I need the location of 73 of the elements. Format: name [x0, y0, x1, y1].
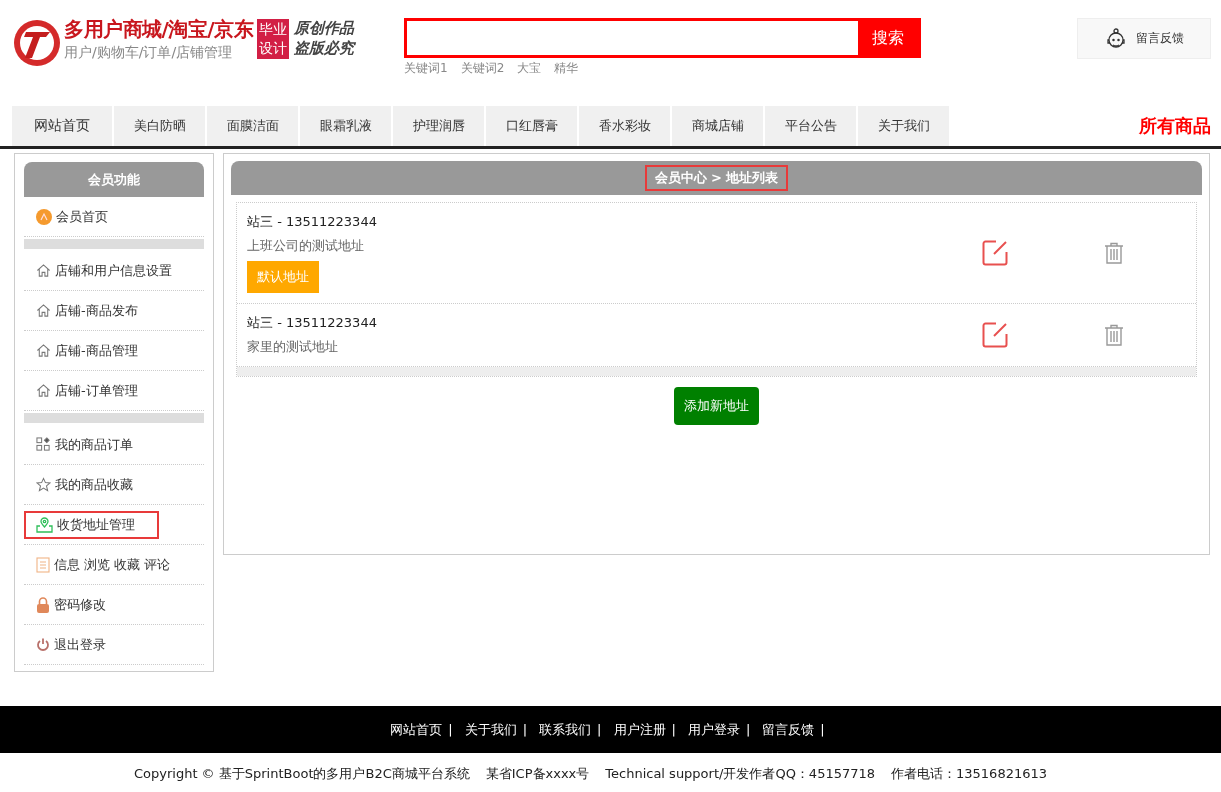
all-goods-link[interactable]: 所有商品 [1139, 114, 1211, 138]
search-button[interactable]: 搜索 [858, 21, 919, 55]
lock-icon [36, 596, 50, 613]
document-icon [36, 556, 50, 573]
contact-text: 站三 - 13511223344 [247, 314, 378, 332]
separator-text: | [745, 722, 751, 737]
nav-tab[interactable]: 网站首页 [12, 106, 112, 146]
logo-icon [12, 18, 62, 68]
nav-tab[interactable]: 平台公告 [765, 106, 856, 146]
grid-icon [36, 437, 51, 452]
star-icon [36, 477, 51, 492]
address-text: 上班公司的测试地址 [247, 237, 365, 255]
feedback-button[interactable]: 留言反馈 [1077, 18, 1211, 59]
keyword-link[interactable]: 关键词2 [460, 60, 505, 77]
graduation-badge: 毕业 设计 [257, 19, 290, 59]
logo-title: 多用户商城/淘宝/京东 [64, 16, 254, 42]
logo-subtitle: 用户/购物车/订单/店铺管理 [64, 43, 234, 62]
sidebar-title: 会员功能 [24, 162, 204, 197]
sidebar-item[interactable]: 会员首页 [24, 202, 118, 231]
edit-icon[interactable] [982, 240, 1008, 266]
location-pin-icon [36, 516, 53, 533]
delete-icon[interactable] [1104, 242, 1124, 264]
copyright-text: Copyright © 基于SprintBoot的多用户B2C商城平台系统 [133, 765, 470, 783]
default-address-badge: 默认地址 [247, 261, 319, 293]
nav-tab[interactable]: 商城店铺 [672, 106, 763, 146]
support-agent-icon [1104, 26, 1128, 51]
sidebar-item[interactable]: 店铺和用户信息设置 [24, 256, 182, 285]
house-icon [36, 303, 51, 318]
user-badge-icon [36, 208, 52, 225]
sidebar-item[interactable]: 店铺-商品发布 [24, 296, 148, 325]
footer-link[interactable]: 关于我们 [464, 720, 517, 739]
support-text: Technical support/开发作者QQ：45157718 [605, 765, 876, 783]
nav-tab[interactable]: 关于我们 [858, 106, 949, 146]
contact-text: 站三 - 13511223344 [247, 213, 378, 231]
house-icon [36, 263, 51, 278]
footer-link[interactable]: 留言反馈 [762, 720, 815, 739]
nav-tab[interactable]: 香水彩妆 [579, 106, 670, 146]
add-address-button[interactable]: 添加新地址 [674, 387, 759, 425]
sidebar-item[interactable]: 信息 浏览 收藏 评论 [24, 550, 181, 579]
nav-tab[interactable]: 美白防晒 [114, 106, 205, 146]
sidebar-item[interactable]: 我的商品收藏 [24, 470, 143, 499]
keyword-link[interactable]: 大宝 [517, 60, 542, 77]
house-icon [36, 383, 51, 398]
power-icon [36, 637, 50, 652]
sidebar-item[interactable]: 收货地址管理 [24, 510, 159, 539]
nav-tab[interactable]: 眼霜乳液 [300, 106, 391, 146]
footer-link[interactable]: 网站首页 [390, 720, 443, 739]
sidebar-item[interactable]: 店铺-商品管理 [24, 336, 148, 365]
footer-link[interactable]: 联系我们 [539, 720, 592, 739]
sidebar-item[interactable]: 密码修改 [24, 590, 116, 619]
delete-icon[interactable] [1104, 324, 1124, 346]
separator-text: | [448, 722, 453, 737]
separator-text: | [597, 722, 602, 737]
separator-text: | [820, 722, 825, 737]
footer-link[interactable]: 用户登录 [687, 720, 740, 739]
phone-text: 作者电话：13516821613 [891, 765, 1047, 783]
footer-link[interactable]: 用户注册 [613, 720, 666, 739]
nav-tab[interactable]: 面膜洁面 [207, 106, 298, 146]
breadcrumb: 会员中心 > 地址列表 [644, 165, 789, 191]
icp-text: 某省ICP备xxxx号 [485, 765, 590, 783]
separator-text: | [671, 722, 676, 737]
separator-text: | [522, 722, 528, 737]
edit-icon[interactable] [982, 322, 1008, 348]
keyword-link[interactable]: 关键词1 [404, 60, 448, 77]
house-icon [36, 343, 51, 358]
nav-tab[interactable]: 护理润唇 [393, 106, 484, 146]
keyword-link[interactable]: 精华 [554, 60, 579, 77]
sidebar-item[interactable]: 店铺-订单管理 [24, 376, 148, 405]
nav-tab[interactable]: 口红唇膏 [486, 106, 577, 146]
slogan: 原创作品 盗版必究 [294, 18, 355, 58]
sidebar-item[interactable]: 退出登录 [24, 630, 116, 659]
sidebar-item[interactable]: 我的商品订单 [24, 430, 143, 459]
address-text: 家里的测试地址 [247, 338, 339, 356]
